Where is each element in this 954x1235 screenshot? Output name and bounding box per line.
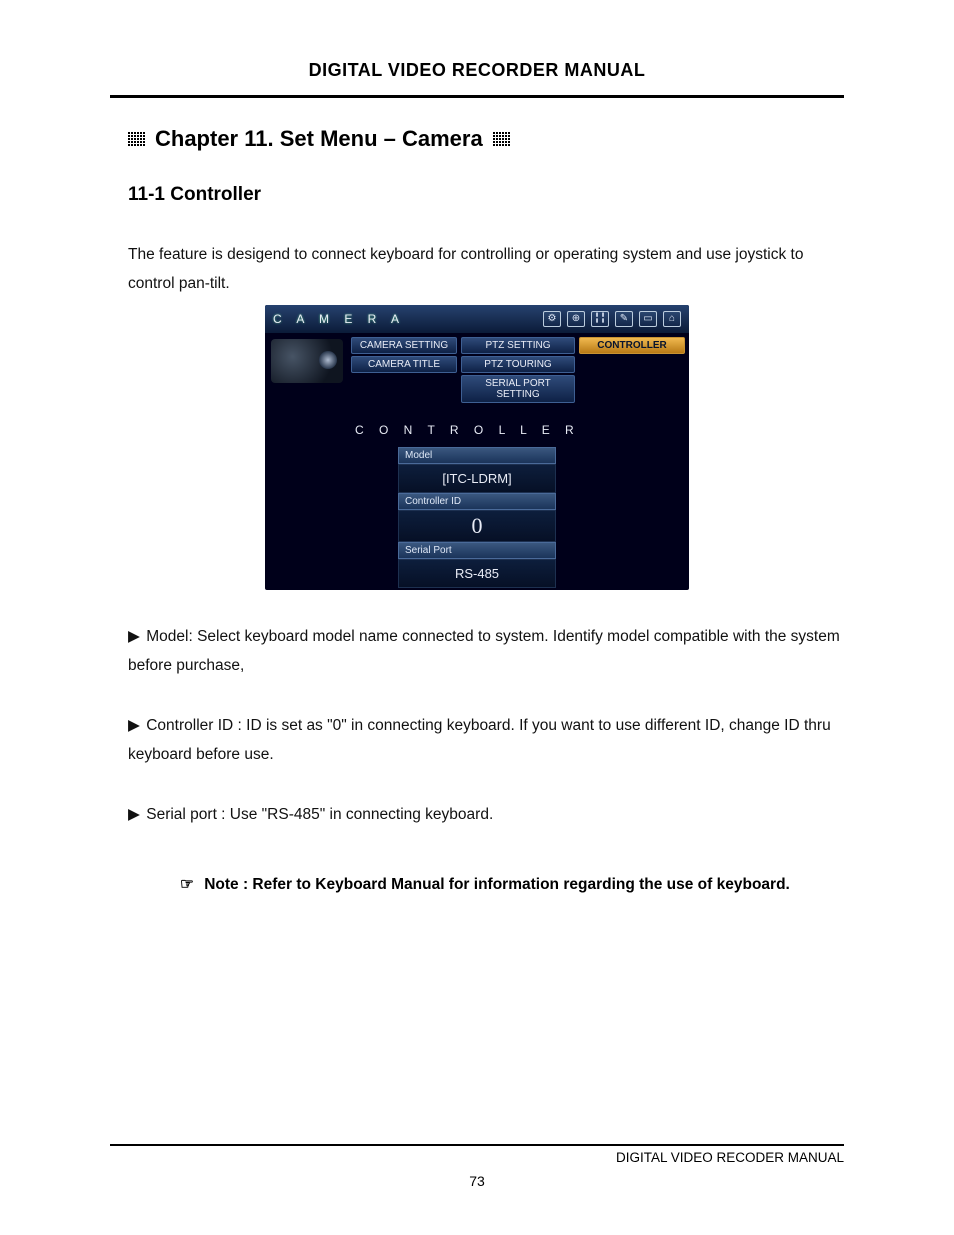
tab-ptz-setting[interactable]: PTZ SETTING xyxy=(461,337,575,354)
bullet-controller-id: ▶ Controller ID : ID is set as "0" in co… xyxy=(128,711,844,770)
bullet-model: ▶ Model: Select keyboard model name conn… xyxy=(128,622,844,681)
decoration-right-icon xyxy=(493,132,510,146)
pointer-icon: ☞ xyxy=(180,875,194,894)
note-line: ☞ Note : Refer to Keyboard Manual for in… xyxy=(180,875,844,894)
screenshot-toolbar: ⚙ ⊕ ╏╏ ✎ ▭ ⌂ xyxy=(543,311,681,327)
field-model-label: Model xyxy=(398,447,556,464)
monitor-icon[interactable]: ▭ xyxy=(639,311,657,327)
page-header-title: DIGITAL VIDEO RECORDER MANUAL xyxy=(110,60,844,81)
bullet-controller-id-text: Controller ID : ID is set as "0" in conn… xyxy=(128,717,831,763)
field-controller-id-value[interactable]: 0 xyxy=(398,510,556,542)
ports-icon[interactable]: ╏╏ xyxy=(591,311,609,327)
tab-camera-setting[interactable]: CAMERA SETTING xyxy=(351,337,457,354)
tab-controller[interactable]: CONTROLLER xyxy=(579,337,685,354)
pencil-icon[interactable]: ✎ xyxy=(615,311,633,327)
chapter-title: Chapter 11. Set Menu – Camera xyxy=(155,126,483,152)
triangle-bullet-icon: ▶ xyxy=(128,622,140,651)
schedule-icon[interactable]: ⊕ xyxy=(567,311,585,327)
panel-label: C O N T R O L L E R xyxy=(355,423,689,437)
camera-settings-screenshot: C A M E R A ⚙ ⊕ ╏╏ ✎ ▭ ⌂ CAMERA SETTING … xyxy=(265,305,689,590)
screenshot-titlebar: C A M E R A ⚙ ⊕ ╏╏ ✎ ▭ ⌂ xyxy=(265,305,689,333)
home-icon[interactable]: ⌂ xyxy=(663,311,681,327)
footer-rule xyxy=(110,1144,844,1146)
tab-ptz-touring[interactable]: PTZ TOURING xyxy=(461,356,575,373)
camera-icon xyxy=(271,339,343,383)
triangle-bullet-icon: ▶ xyxy=(128,800,140,829)
field-controller-id-label: Controller ID xyxy=(398,493,556,510)
footer-text: DIGITAL VIDEO RECODER MANUAL xyxy=(110,1150,844,1165)
chapter-heading: Chapter 11. Set Menu – Camera xyxy=(128,126,844,152)
gear-icon[interactable]: ⚙ xyxy=(543,311,561,327)
bullet-model-text: Model: Select keyboard model name connec… xyxy=(128,628,840,674)
intro-paragraph: The feature is desigend to connect keybo… xyxy=(128,240,844,299)
triangle-bullet-icon: ▶ xyxy=(128,711,140,740)
page-number: 73 xyxy=(0,1173,954,1189)
header-rule xyxy=(110,95,844,98)
decoration-left-icon xyxy=(128,132,145,146)
page-footer: DIGITAL VIDEO RECODER MANUAL xyxy=(110,1144,844,1165)
section-heading: 11-1 Controller xyxy=(128,184,844,206)
field-model-value[interactable]: [ITC-LDRM] xyxy=(398,464,556,493)
screenshot-title: C A M E R A xyxy=(273,312,405,326)
tab-serial-port-setting[interactable]: SERIAL PORT SETTING xyxy=(461,375,575,403)
field-serial-port-label: Serial Port xyxy=(398,542,556,559)
field-serial-port-value[interactable]: RS-485 xyxy=(398,559,556,588)
note-text: Note : Refer to Keyboard Manual for info… xyxy=(204,876,790,893)
bullet-serial-port-text: Serial port : Use "RS-485" in connecting… xyxy=(146,806,493,823)
controller-fields: Model [ITC-LDRM] Controller ID 0 Serial … xyxy=(398,447,556,588)
bullet-serial-port: ▶ Serial port : Use "RS-485" in connecti… xyxy=(128,800,844,829)
tab-camera-title[interactable]: CAMERA TITLE xyxy=(351,356,457,373)
